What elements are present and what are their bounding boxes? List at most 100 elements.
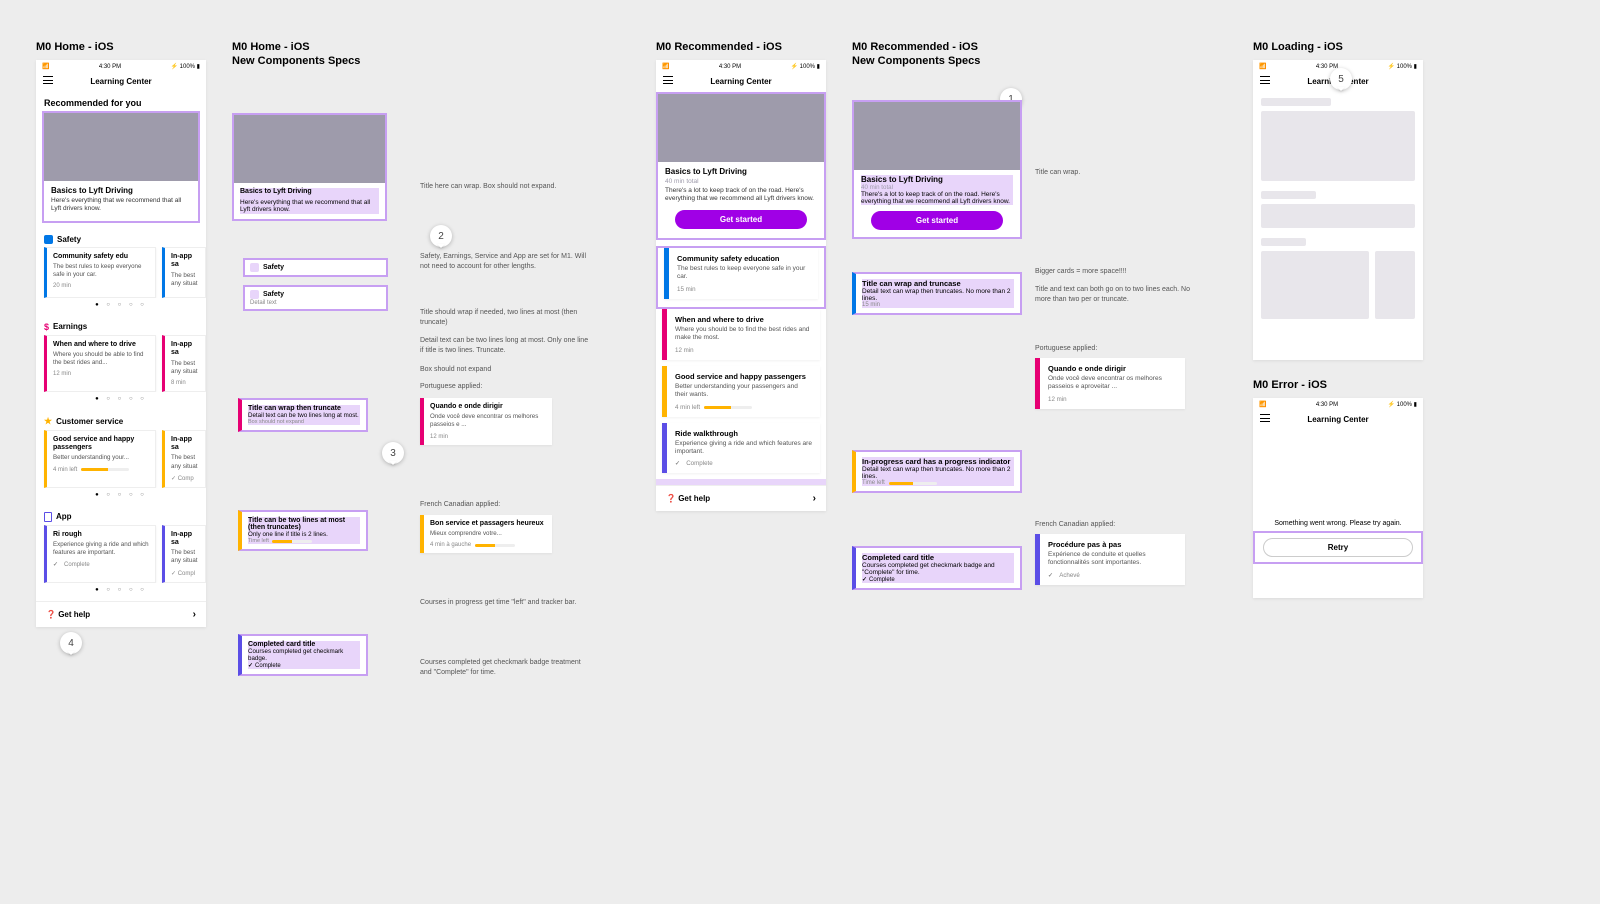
category-label: Customer service bbox=[56, 417, 123, 426]
app-bar: Learning Center bbox=[36, 73, 206, 92]
progress-bar bbox=[704, 406, 752, 409]
card-title: Ri rough bbox=[53, 531, 149, 539]
course-card-peek[interactable]: In-app sa The best any situat bbox=[162, 247, 206, 298]
note: French Canadian applied: bbox=[420, 500, 590, 510]
card-meta: Time left bbox=[248, 538, 269, 544]
get-started-button[interactable]: Get started bbox=[675, 210, 807, 229]
app-title: Learning Center bbox=[90, 77, 151, 86]
course-card-peek[interactable]: In-app sa The best any situat ✓ Compl bbox=[162, 525, 206, 583]
card-meta: 20 min bbox=[53, 283, 149, 289]
hero-detail: There's a lot to keep track of on the ro… bbox=[665, 187, 817, 204]
progress-bar bbox=[272, 540, 312, 543]
dollar-icon: $ bbox=[44, 322, 49, 332]
course-card[interactable]: Community safety edu The best rules to k… bbox=[44, 247, 156, 298]
get-help-label: Get help bbox=[58, 610, 90, 619]
course-card-peek[interactable]: In-app sa The best any situat ✓ Comp bbox=[162, 430, 206, 488]
spec-hero-title: Basics to Lyft Driving bbox=[240, 188, 312, 195]
note: Bigger cards = more space!!!! bbox=[1035, 267, 1195, 277]
course-card[interactable]: Good service and happy passengers Better… bbox=[44, 430, 156, 488]
card-meta: 15 min bbox=[862, 302, 1014, 308]
card-title: Title can be two lines at most (then tru… bbox=[248, 517, 345, 531]
phone-home: 📶 4:30 PM ⚡ 100% ▮ Learning Center Recom… bbox=[36, 60, 206, 627]
category-label: Earnings bbox=[53, 322, 87, 331]
annotation-badge-2: 2 bbox=[430, 225, 452, 247]
card-detail: The best rules to keep everyone safe in … bbox=[53, 263, 149, 279]
card-title: In-app sa bbox=[171, 436, 199, 453]
list-card[interactable]: Ride walkthrough Experience giving a rid… bbox=[662, 423, 820, 474]
spec-mini-card: Title can wrap then truncate Detail text… bbox=[238, 398, 368, 432]
skeleton-line bbox=[1261, 98, 1331, 106]
card-meta: 4 min left bbox=[675, 404, 812, 411]
card-detail: The best rules to keep everyone safe in … bbox=[677, 265, 810, 282]
note: Detail text can be two lines long at mos… bbox=[420, 336, 590, 356]
card-meta: Complete bbox=[248, 662, 360, 669]
get-help-row[interactable]: ❓ Get help bbox=[656, 485, 826, 511]
spec-hero: Basics to Lyft Driving 40 min total Ther… bbox=[852, 100, 1022, 239]
spec-hero-detail: Here's everything that we recommend that… bbox=[240, 199, 370, 213]
menu-icon[interactable] bbox=[663, 76, 673, 84]
card-title: Ride walkthrough bbox=[675, 429, 812, 438]
hero-subtitle: 40 min total bbox=[665, 178, 817, 185]
page-dots: ● ○ ○ ○ ○ bbox=[36, 298, 206, 316]
status-time: 4:30 PM bbox=[99, 64, 121, 70]
shield-icon bbox=[250, 263, 259, 272]
progress-bar bbox=[889, 482, 937, 485]
hero-card[interactable]: Basics to Lyft Driving 40 min total Ther… bbox=[656, 92, 826, 240]
card-detail: Better understanding your passengers and… bbox=[675, 383, 812, 400]
app-bar: Learning Center bbox=[1253, 411, 1423, 430]
card-meta: Time left bbox=[862, 480, 885, 486]
spec-card-fr: Bon service et passagers heureux Mieux c… bbox=[420, 515, 552, 553]
card-meta: 12 min bbox=[430, 434, 546, 440]
list-card[interactable]: When and where to drive Where you should… bbox=[662, 309, 820, 360]
skeleton-card bbox=[1375, 251, 1415, 319]
list-card[interactable]: Good service and happy passengers Better… bbox=[662, 366, 820, 417]
spec-detail: Detail text bbox=[250, 300, 277, 306]
skeleton-block bbox=[1261, 111, 1415, 181]
retry-button[interactable]: Retry bbox=[1263, 538, 1413, 557]
artboard-title: M0 Home - iOSNew Components Specs bbox=[232, 40, 432, 69]
get-help-label: Get help bbox=[678, 494, 710, 503]
card-detail: Detail text can wrap then truncates. No … bbox=[862, 466, 1014, 480]
app-title: Learning Center bbox=[1307, 415, 1368, 424]
spec-mini-card: Completed card title Courses completed g… bbox=[238, 634, 368, 676]
annotation-badge-3: 3 bbox=[382, 442, 404, 464]
spec-hero: Basics to Lyft Driving Here's everything… bbox=[232, 113, 387, 221]
menu-icon[interactable] bbox=[1260, 76, 1270, 84]
status-bar: 📶 4:30 PM⚡ 100% ▮ bbox=[656, 60, 826, 73]
note: Title should wrap if needed, two lines a… bbox=[420, 308, 590, 328]
card-title: In-app sa bbox=[171, 253, 199, 270]
card-title: Quando e onde dirigir bbox=[1048, 364, 1177, 373]
spec-list-card: Completed card title Courses completed g… bbox=[852, 546, 1022, 590]
spec-list-card: Title can wrap and truncase Detail text … bbox=[852, 272, 1022, 315]
spec-list-card: In-progress card has a progress indicato… bbox=[852, 450, 1022, 493]
card-detail: Detail text can be two lines long at mos… bbox=[248, 412, 360, 419]
note: Safety, Earnings, Service and App are se… bbox=[420, 252, 590, 272]
card-title: Completed card title bbox=[862, 553, 934, 562]
card-meta: Complete bbox=[53, 561, 149, 568]
card-meta: Complete bbox=[675, 460, 812, 467]
page-dots: ● ○ ○ ○ ○ bbox=[36, 583, 206, 601]
category-customer: ★ Customer service bbox=[36, 410, 206, 430]
hero-card[interactable]: Basics to Lyft Driving Here's everything… bbox=[42, 111, 200, 223]
get-help-row[interactable]: ❓ Get help bbox=[36, 601, 206, 627]
get-started-button[interactable]: Get started bbox=[871, 211, 1003, 230]
hero-title: Basics to Lyft Driving bbox=[861, 175, 943, 184]
spec-card-fr: Procédure pas à pas Expérience de condui… bbox=[1035, 534, 1185, 585]
skeleton-line bbox=[1261, 238, 1306, 246]
course-card-peek[interactable]: In-app sa The best any situat 8 min bbox=[162, 335, 206, 392]
hero-detail: Here's everything that we recommend that… bbox=[51, 197, 191, 214]
menu-icon[interactable] bbox=[1260, 414, 1270, 422]
course-card[interactable]: Ri rough Experience giving a ride and wh… bbox=[44, 525, 156, 583]
menu-icon[interactable] bbox=[43, 76, 53, 84]
note: Box should not expand bbox=[420, 365, 590, 375]
card-detail: Expérience de conduite et quelles foncti… bbox=[1048, 551, 1177, 568]
card-title: Community safety education bbox=[677, 254, 810, 263]
spec-mini-card: Title can be two lines at most (then tru… bbox=[238, 510, 368, 551]
card-detail: Onde você deve encontrar os melhores pas… bbox=[430, 413, 546, 429]
chevron-right-icon bbox=[193, 609, 196, 620]
hero-detail: There's a lot to keep track of on the ro… bbox=[861, 191, 1013, 205]
category-earnings: $ Earnings bbox=[36, 316, 206, 335]
category-safety: Safety bbox=[36, 229, 206, 247]
course-card[interactable]: When and where to drive Where you should… bbox=[44, 335, 156, 392]
list-card[interactable]: Community safety education The best rule… bbox=[664, 248, 818, 299]
